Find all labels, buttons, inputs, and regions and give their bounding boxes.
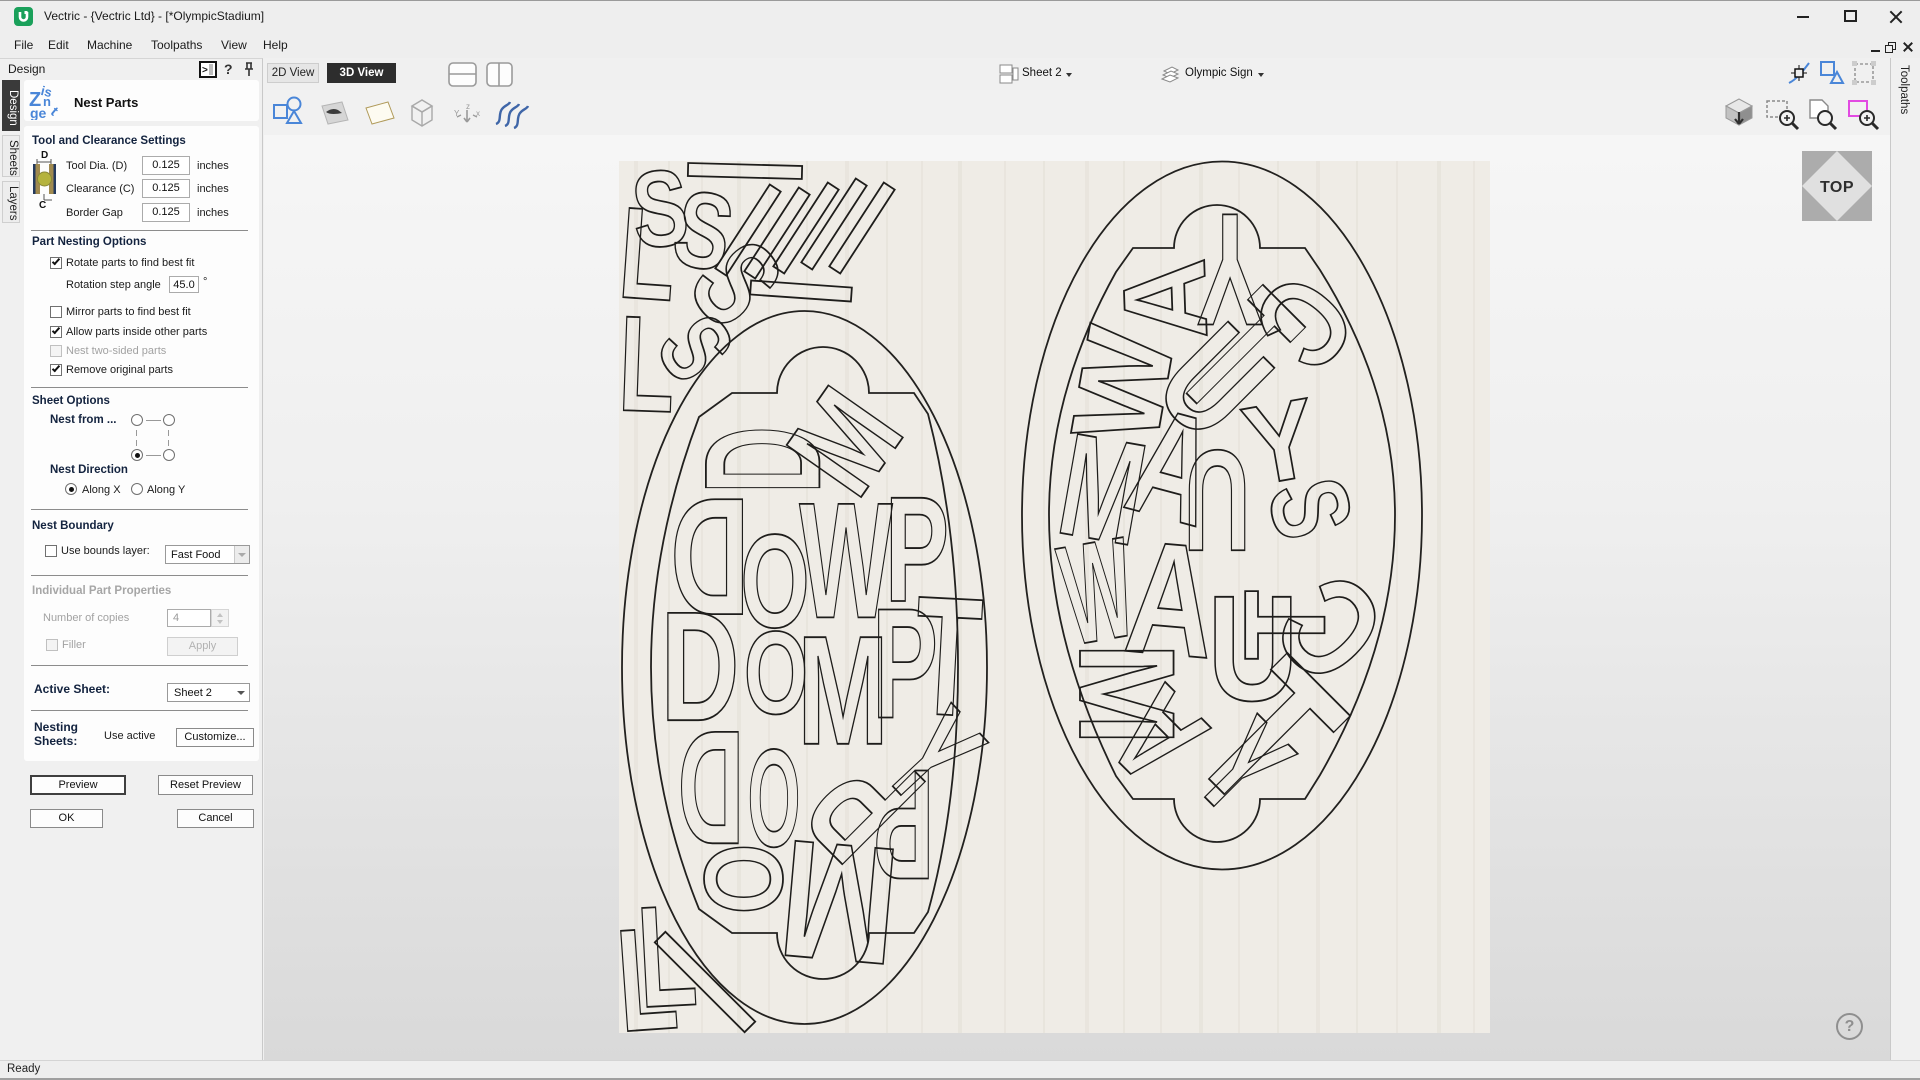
svg-text:ge: ge (30, 105, 47, 120)
svg-text:M: M (773, 804, 906, 1001)
svg-text:D: D (41, 150, 48, 161)
svg-text:L: L (616, 287, 677, 442)
svg-text:z: z (466, 102, 470, 111)
svg-text:TOP: TOP (1820, 179, 1854, 196)
svg-text:L: L (612, 897, 682, 1060)
svg-text:C: C (39, 200, 46, 210)
